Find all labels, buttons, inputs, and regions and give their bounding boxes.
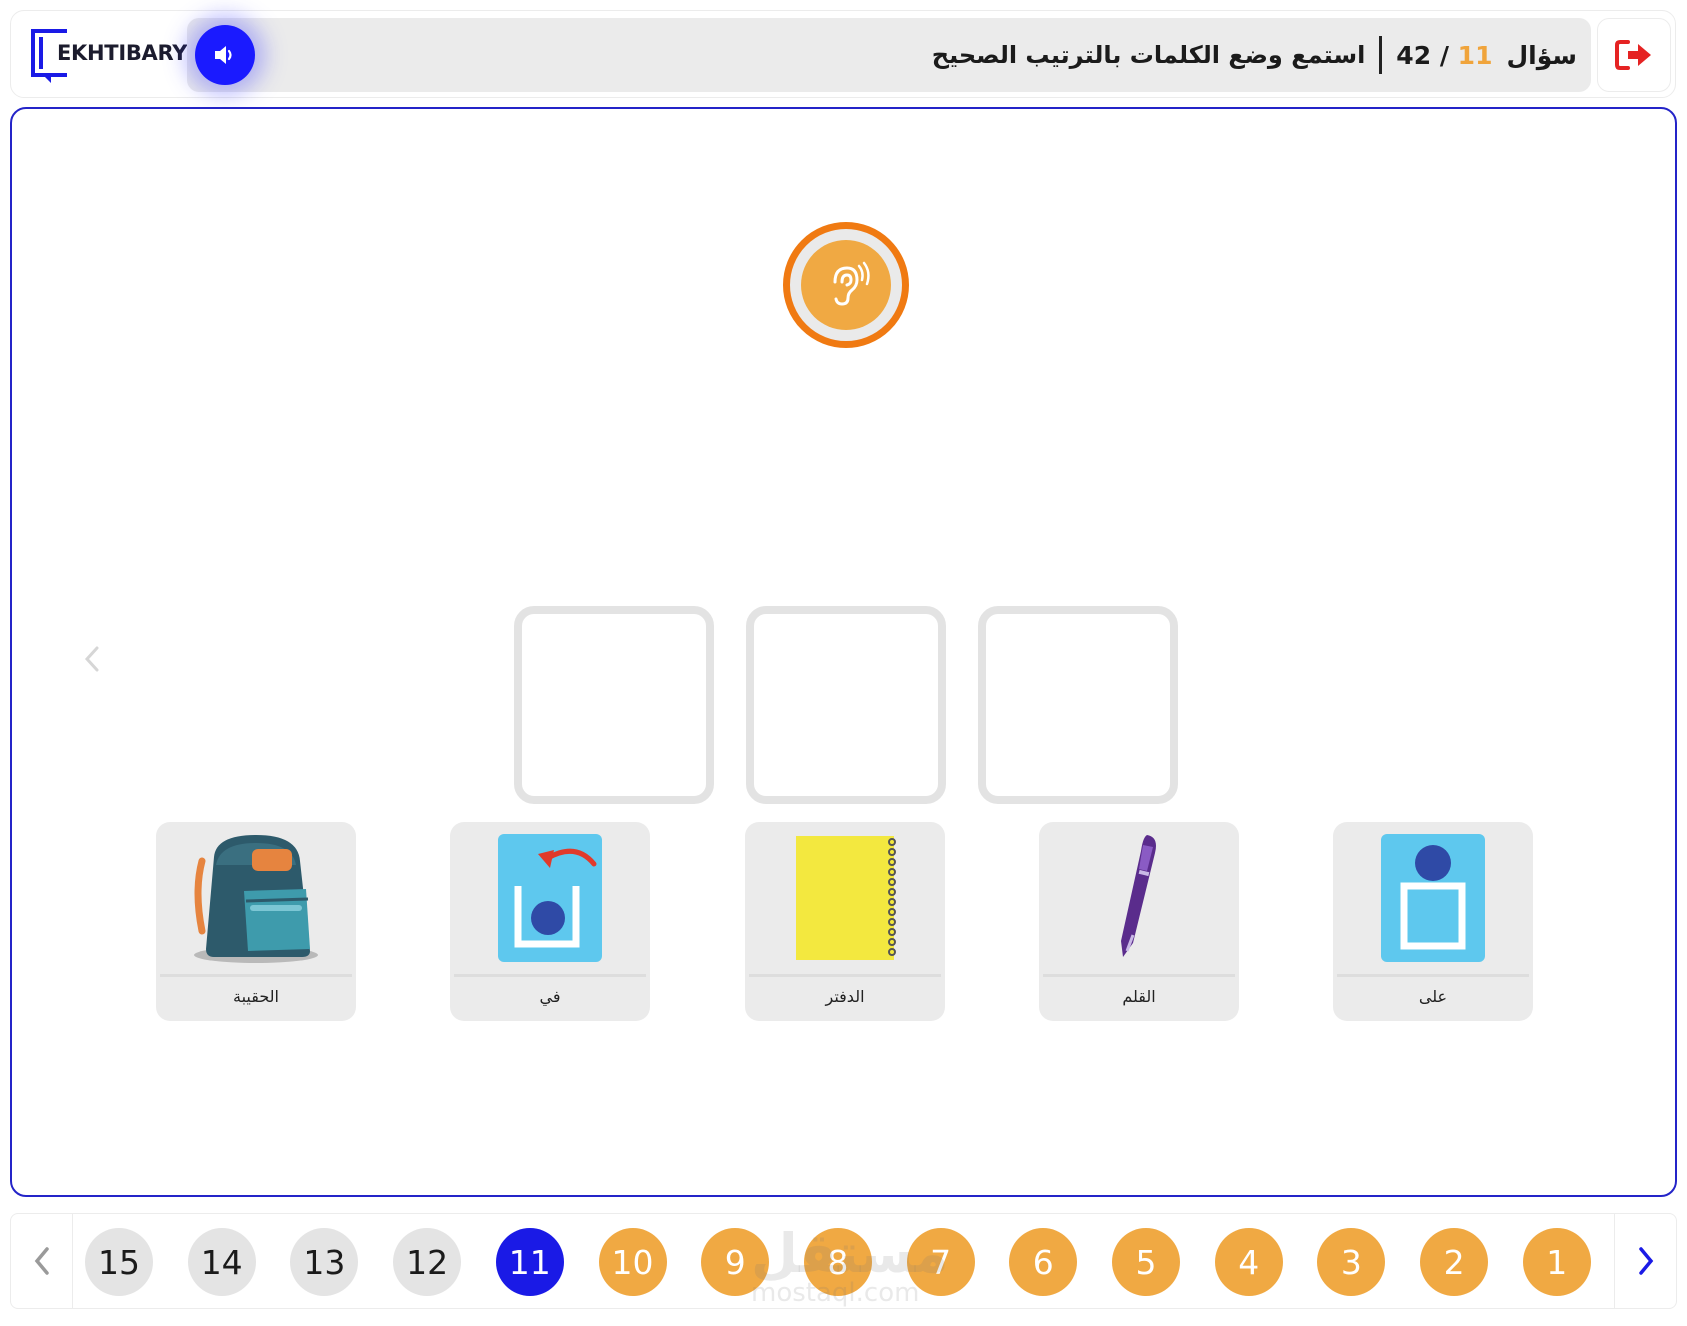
on-preposition-icon	[1381, 834, 1485, 962]
card-image	[745, 822, 945, 974]
question-info: سؤال 42 / 11 استمع وضع الكلمات بالترتيب …	[932, 18, 1577, 92]
page-button[interactable]: 13	[290, 1228, 359, 1296]
page-button[interactable]: 12	[393, 1228, 462, 1296]
page-button[interactable]: 2	[1420, 1228, 1489, 1296]
word-card[interactable]: القلم	[1039, 822, 1239, 1021]
top-bar: EKHTIBARY سؤال 42 / 11 استمع وضع الكلمات…	[10, 10, 1676, 98]
listen-button-inner	[801, 240, 891, 330]
card-image	[450, 822, 650, 974]
answer-slot[interactable]	[978, 606, 1178, 804]
chevron-left-icon	[34, 1247, 49, 1275]
word-card[interactable]: الدفتر	[745, 822, 945, 1021]
card-divider	[1043, 974, 1235, 977]
listen-button[interactable]	[783, 222, 909, 348]
question-panel: الحقيبة في الدفتر القلم على	[10, 107, 1677, 1197]
card-divider	[160, 974, 352, 977]
answer-slot[interactable]	[746, 606, 946, 804]
page-button[interactable]: 1	[1522, 1228, 1591, 1296]
question-bar: سؤال 42 / 11 استمع وضع الكلمات بالترتيب …	[187, 18, 1591, 92]
page-button[interactable]: 8	[803, 1228, 872, 1296]
page-button[interactable]: 6	[1009, 1228, 1078, 1296]
sound-button[interactable]	[195, 25, 255, 85]
page-button-current[interactable]: 11	[495, 1228, 564, 1296]
page-button[interactable]: 14	[187, 1228, 256, 1296]
page-button[interactable]: 10	[598, 1228, 667, 1296]
card-image	[1039, 822, 1239, 974]
card-image	[1333, 822, 1533, 974]
page-button[interactable]: 9	[701, 1228, 770, 1296]
ear-icon	[833, 261, 870, 306]
pagination-prev-button[interactable]	[11, 1214, 73, 1308]
speaker-icon	[215, 46, 232, 64]
card-divider	[749, 974, 941, 977]
card-label: الحقيبة	[233, 987, 279, 1006]
answer-slot[interactable]	[514, 606, 714, 804]
notebook-icon	[796, 836, 896, 960]
card-label: في	[539, 987, 561, 1006]
exit-icon	[1615, 40, 1651, 70]
previous-question-button[interactable]	[72, 629, 112, 689]
counter-separator: /	[1439, 40, 1449, 70]
card-image	[156, 822, 356, 974]
question-pagination: 151413121110987654321 مستقل mostaql.com	[10, 1213, 1677, 1309]
word-card[interactable]: في	[450, 822, 650, 1021]
page-button[interactable]: 4	[1214, 1228, 1283, 1296]
exit-button[interactable]	[1597, 18, 1671, 92]
card-label: القلم	[1122, 987, 1156, 1006]
question-total: 42	[1396, 40, 1432, 70]
backpack-icon	[194, 835, 318, 963]
question-instruction: استمع وضع الكلمات بالترتيب الصحيح	[931, 41, 1366, 69]
pen-icon	[1121, 835, 1156, 957]
card-label: الدفتر	[825, 987, 865, 1006]
word-card[interactable]: الحقيبة	[156, 822, 356, 1021]
logo-text: EKHTIBARY	[57, 41, 188, 65]
chevron-left-icon	[84, 646, 99, 672]
page-button[interactable]: 7	[906, 1228, 975, 1296]
page-button[interactable]: 15	[85, 1228, 153, 1296]
page-button[interactable]: 3	[1317, 1228, 1386, 1296]
in-preposition-icon	[498, 834, 602, 962]
card-divider	[454, 974, 646, 977]
card-divider	[1337, 974, 1529, 977]
page-button[interactable]: 5	[1112, 1228, 1180, 1296]
chevron-right-icon	[1638, 1247, 1653, 1275]
pagination-next-button[interactable]	[1614, 1214, 1676, 1308]
card-label: على	[1418, 987, 1448, 1006]
ekhtibary-logo[interactable]: EKHTIBARY	[25, 25, 187, 85]
header-divider	[1379, 36, 1383, 74]
question-label: سؤال	[1506, 40, 1577, 70]
question-counter: 42 / 11	[1396, 41, 1492, 70]
question-current: 11	[1457, 40, 1493, 70]
word-card[interactable]: على	[1333, 822, 1533, 1021]
